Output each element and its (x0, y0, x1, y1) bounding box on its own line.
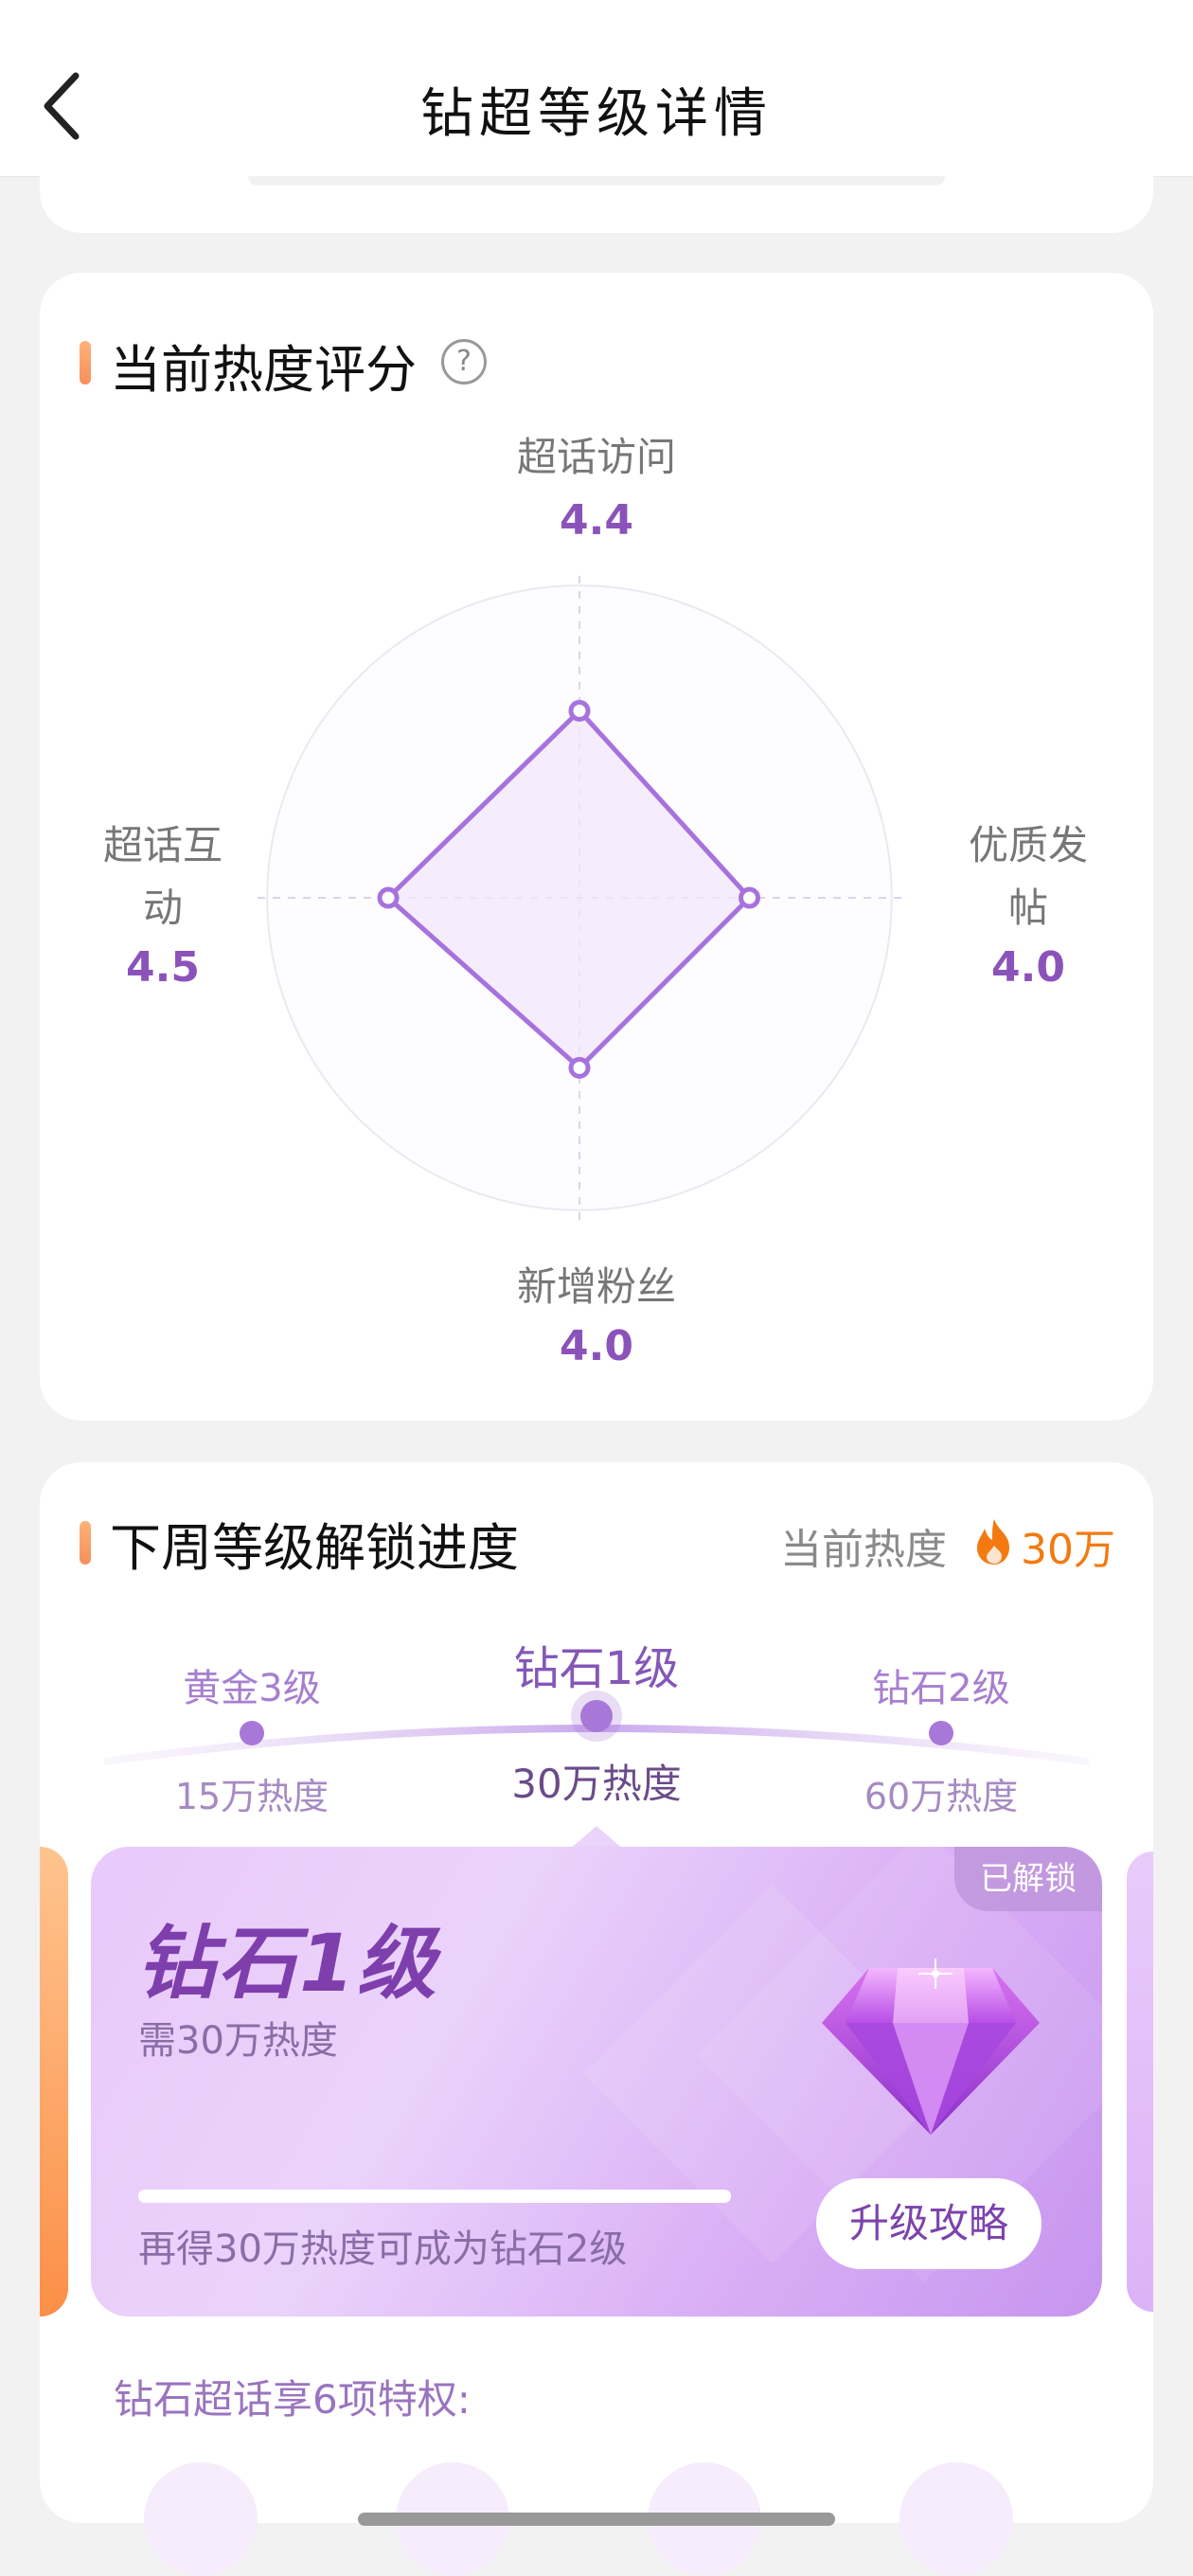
radar-value-interaction: 4.5 (126, 943, 200, 992)
page-title: 钻超等级详情 (420, 83, 773, 145)
top-navigation-bar: 钻超等级详情 (0, 0, 1193, 177)
diamond-gem-icon (822, 1959, 1040, 2135)
question-circle-icon[interactable]: ? (441, 339, 487, 385)
level-requirement-gold3: 15万热度 (174, 1776, 329, 1817)
level-name-diamond1[interactable]: 钻石1级 (454, 1631, 739, 1697)
privilege-icon[interactable] (899, 2462, 1013, 2576)
radar-label-interaction: 超话互 动 (102, 822, 223, 931)
section-title: 当前热度评分 (110, 340, 417, 400)
radar-value-fans: 4.0 (560, 1322, 633, 1370)
radar-value-posts: 4.0 (991, 943, 1065, 992)
flame-icon (977, 1519, 1009, 1565)
level-name-diamond2[interactable]: 钻石2级 (799, 1657, 1083, 1712)
radar-label-posts: 优质发 帖 (968, 822, 1088, 931)
level-dot-diamond2[interactable] (929, 1721, 953, 1745)
card-level-title: 钻石1级 (136, 1917, 438, 2010)
next-level-card-edge[interactable] (1127, 1852, 1153, 2312)
radar-label-visits: 超话访问 (516, 434, 676, 480)
section-title: 下周等级解锁进度 (110, 1518, 519, 1578)
level-progress-bar (138, 2190, 731, 2203)
level-name-gold3[interactable]: 黄金3级 (110, 1657, 394, 1712)
radar-point (739, 886, 761, 909)
level-card-diamond1[interactable]: 钻石1级 需30万热度 已解锁 再得30万热度可成为钻石2级 升级攻略 (91, 1847, 1102, 2317)
radar-point (568, 1057, 591, 1080)
level-progress-fill (138, 2190, 731, 2203)
card-level-requirement: 需30万热度 (138, 2019, 338, 2063)
level-dot-diamond1[interactable] (580, 1700, 613, 1732)
home-indicator[interactable] (358, 2513, 835, 2526)
next-level-hint: 再得30万热度可成为钻石2级 (138, 2227, 628, 2271)
level-requirement-diamond2: 60万热度 (864, 1776, 1019, 1817)
section-accent-bar (80, 341, 91, 385)
previous-card-bottom (40, 176, 1153, 233)
section-accent-bar (80, 1521, 91, 1565)
radar-label-fans: 新增粉丝 (516, 1263, 676, 1310)
current-heat-value: 30万 (1021, 1526, 1115, 1574)
prev-level-card-edge[interactable] (40, 1847, 68, 2317)
radar-point (377, 886, 400, 909)
level-dot-gold3[interactable] (240, 1721, 264, 1745)
privilege-icon[interactable] (144, 2462, 258, 2576)
unlocked-badge: 已解锁 (954, 1847, 1102, 1911)
upgrade-guide-button[interactable]: 升级攻略 (816, 2178, 1042, 2269)
radar-chart (258, 576, 901, 1220)
privileges-title: 钻石超话享6项特权: (114, 2376, 471, 2423)
level-requirement-diamond1: 30万热度 (511, 1761, 682, 1807)
current-heat-label: 当前热度 (780, 1526, 947, 1574)
radar-value-visits: 4.4 (560, 496, 633, 545)
radar-point (568, 700, 591, 723)
heat-score-card: 当前热度评分 ? 超话访问 4.4 优质发 帖 4.0 新增粉丝 4.0 超话互… (40, 273, 1153, 1421)
